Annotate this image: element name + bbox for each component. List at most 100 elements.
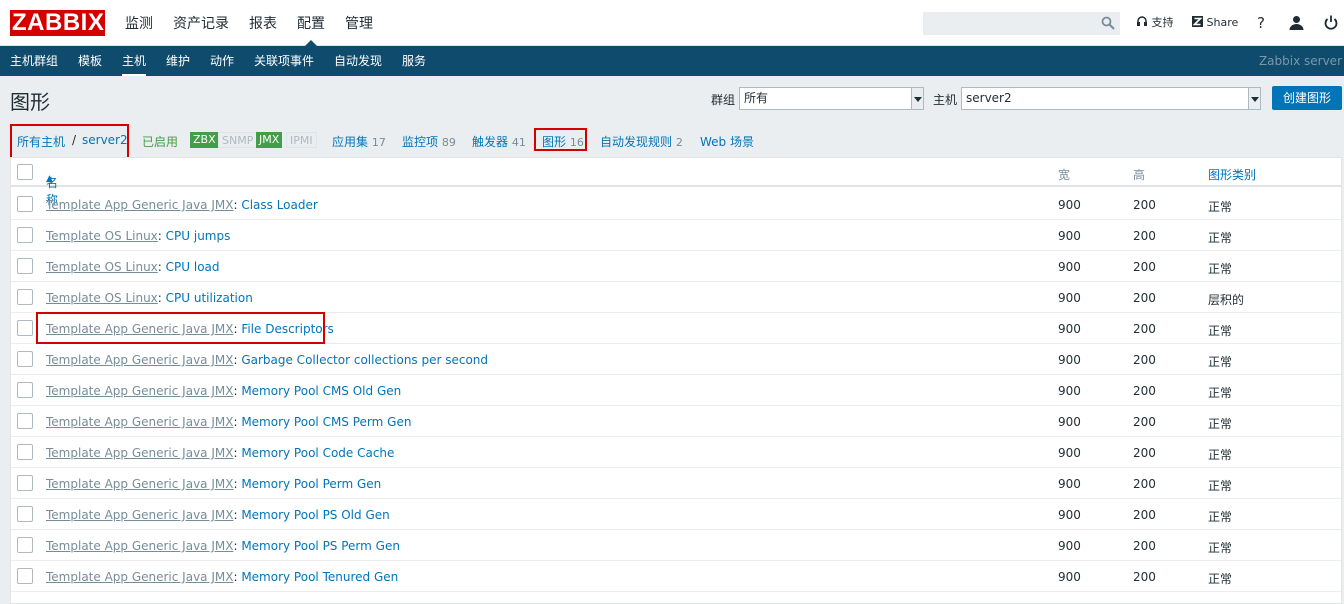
zabbix-logo[interactable]: ZABBIX [10,10,105,36]
subnav-host-groups[interactable]: 主机群组 [10,46,58,76]
graph-name-cell: Template App Generic Java JMX: Memory Po… [46,384,402,398]
height-cell: 200 [1133,508,1156,522]
tab-graphs[interactable]: 图形 16 [542,133,584,150]
graph-link[interactable]: Memory Pool Tenured Gen [241,570,398,584]
tab-discovery-rules[interactable]: 自动发现规则 2 [600,133,683,150]
row-checkbox[interactable] [17,537,33,553]
status-enabled[interactable]: 已启用 [142,133,178,150]
subnav-services[interactable]: 服务 [402,46,426,76]
subnav-maintenance[interactable]: 维护 [166,46,190,76]
row-checkbox[interactable] [17,351,33,367]
graph-type-cell: 层积的 [1208,293,1245,307]
graph-link[interactable]: CPU load [166,260,220,274]
template-link[interactable]: Template App Generic Java JMX [46,384,233,398]
headset-icon [1137,16,1147,26]
graph-link[interactable]: Garbage Collector collections per second [241,353,488,367]
template-link[interactable]: Template OS Linux [46,260,158,274]
graph-type-cell: 正常 [1208,479,1233,493]
row-checkbox[interactable] [17,289,33,305]
user-profile-icon[interactable] [1289,15,1304,30]
graph-link[interactable]: Memory Pool CMS Perm Gen [241,415,411,429]
row-checkbox[interactable] [17,444,33,460]
table-row: Template App Generic Java JMX: Memory Po… [11,406,1341,437]
subnav-discovery[interactable]: 自动发现 [334,46,382,76]
graph-link[interactable]: Memory Pool PS Perm Gen [241,539,400,553]
tab-applications-label: 应用集 [332,135,369,149]
share-link[interactable]: Share [1192,0,1238,46]
search-input[interactable] [923,12,1120,35]
row-checkbox[interactable] [17,382,33,398]
row-checkbox[interactable] [17,320,33,336]
subnav-hosts[interactable]: 主机 [122,46,147,76]
tab-web-scenarios[interactable]: Web 场景 [700,133,754,150]
menu-administration[interactable]: 管理 [335,0,383,46]
breadcrumb-host[interactable]: server2 [82,133,128,147]
template-link[interactable]: Template App Generic Java JMX [46,570,233,584]
row-checkbox[interactable] [17,258,33,274]
row-checkbox[interactable] [17,475,33,491]
template-link[interactable]: Template App Generic Java JMX [46,198,233,212]
menu-reports[interactable]: 报表 [239,0,287,46]
support-link[interactable]: 支持 [1136,0,1174,46]
row-checkbox[interactable] [17,196,33,212]
chevron-down-icon[interactable] [1248,88,1260,109]
graph-link[interactable]: Class Loader [241,198,318,212]
height-cell: 200 [1133,477,1156,491]
breadcrumb-separator: / [72,133,77,147]
graph-link[interactable]: CPU jumps [166,229,231,243]
template-link[interactable]: Template App Generic Java JMX [46,539,233,553]
column-height: 高 [1133,168,1146,182]
template-link[interactable]: Template App Generic Java JMX [46,508,233,522]
graph-link[interactable]: Memory Pool Perm Gen [241,477,381,491]
create-graph-button[interactable]: 创建图形 [1272,86,1342,110]
host-select[interactable]: server2 [961,87,1261,110]
tab-applications[interactable]: 应用集 17 [332,133,386,150]
search-icon[interactable] [1101,16,1115,30]
template-link[interactable]: Template App Generic Java JMX [46,353,233,367]
graph-type-cell: 正常 [1208,510,1233,524]
column-graph-type[interactable]: 图形类别 [1208,166,1256,183]
breadcrumb-all-hosts[interactable]: 所有主机 [17,133,65,150]
subnav-actions[interactable]: 动作 [210,46,234,76]
availability-ipmi-badge: IPMI [286,132,317,148]
graph-name-cell: Template App Generic Java JMX: Class Loa… [46,198,318,212]
width-cell: 900 [1058,570,1081,584]
height-cell: 200 [1133,198,1156,212]
group-label: 群组 [711,93,736,107]
power-logout-icon[interactable] [1324,15,1338,30]
template-link[interactable]: Template OS Linux [46,229,158,243]
table-row: Template App Generic Java JMX: Memory Po… [11,437,1341,468]
template-link[interactable]: Template App Generic Java JMX [46,446,233,460]
graph-type-cell: 正常 [1208,541,1233,555]
subnav-event-correlation[interactable]: 关联项事件 [254,46,314,76]
help-icon[interactable]: ? [1257,0,1265,46]
width-cell: 900 [1058,415,1081,429]
tab-triggers[interactable]: 触发器 41 [472,133,526,150]
template-link[interactable]: Template App Generic Java JMX [46,415,233,429]
row-checkbox[interactable] [17,506,33,522]
template-link[interactable]: Template App Generic Java JMX [46,477,233,491]
row-checkbox[interactable] [17,413,33,429]
tab-items[interactable]: 监控项 89 [402,133,456,150]
height-cell: 200 [1133,384,1156,398]
graph-link[interactable]: CPU utilization [166,291,253,305]
availability-jmx-badge: JMX [256,132,283,148]
row-checkbox[interactable] [17,568,33,584]
width-cell: 900 [1058,229,1081,243]
select-all-checkbox[interactable] [17,164,33,180]
availability-zbx-badge: ZBX [190,132,219,148]
width-cell: 900 [1058,384,1081,398]
subnav-templates[interactable]: 模板 [78,46,102,76]
graph-link[interactable]: Memory Pool Code Cache [241,446,394,460]
template-link[interactable]: Template OS Linux [46,291,158,305]
menu-configuration[interactable]: 配置 [287,0,335,47]
table-row: Template App Generic Java JMX: Memory Po… [11,375,1341,406]
row-checkbox[interactable] [17,227,33,243]
menu-monitoring[interactable]: 监测 [115,0,163,46]
graph-link[interactable]: Memory Pool PS Old Gen [241,508,389,522]
chevron-down-icon[interactable] [911,88,923,109]
menu-inventory[interactable]: 资产记录 [163,0,239,46]
graph-link[interactable]: Memory Pool CMS Old Gen [241,384,401,398]
tab-triggers-label: 触发器 [472,135,509,149]
group-select[interactable]: 所有 [739,87,924,110]
